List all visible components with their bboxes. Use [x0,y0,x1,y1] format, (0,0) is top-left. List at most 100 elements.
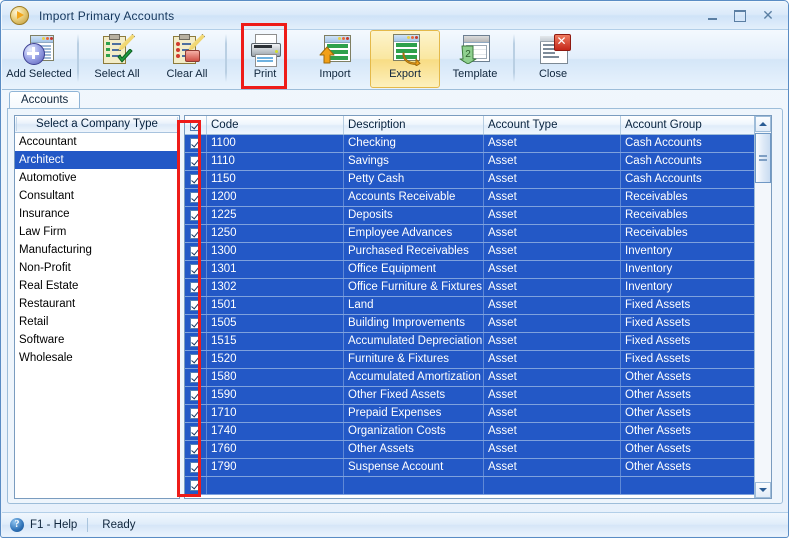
maximize-button[interactable] [727,7,753,25]
table-row[interactable]: 1100 Checking Asset Cash Accounts [185,135,771,153]
table-row[interactable]: 1590 Other Fixed Assets Asset Other Assets [185,387,771,405]
cell-account-group: Other Assets [621,387,758,404]
company-type-item[interactable]: Software [15,331,179,349]
table-row[interactable]: 1250 Employee Advances Asset Receivables [185,225,771,243]
cell-code: 1100 [207,135,344,152]
template-icon: 2 [458,33,492,67]
cell-account-group: Inventory [621,261,758,278]
company-type-item[interactable]: Retail [15,313,179,331]
cell-description: Savings [344,153,484,170]
table-row[interactable]: 1501 Land Asset Fixed Assets [185,297,771,315]
row-checkbox[interactable] [185,369,207,386]
company-type-item[interactable]: Real Estate [15,277,179,295]
cell-account-group: Fixed Assets [621,333,758,350]
row-checkbox[interactable] [185,207,207,224]
company-type-item[interactable]: Consultant [15,187,179,205]
company-type-item[interactable]: Manufacturing [15,241,179,259]
template-button[interactable]: 2 Template [440,30,510,88]
row-checkbox[interactable] [185,153,207,170]
company-type-item[interactable]: Restaurant [15,295,179,313]
cell-account-group: Fixed Assets [621,351,758,368]
company-type-item[interactable]: Accountant [15,133,179,151]
row-checkbox[interactable] [185,441,207,458]
cell-code: 1580 [207,369,344,386]
clear-all-button[interactable]: Clear All [152,30,222,88]
row-checkbox[interactable] [185,351,207,368]
row-checkbox[interactable] [185,477,207,494]
grid-header-account-type[interactable]: Account Type [484,116,621,134]
company-type-list[interactable]: Select a Company Type Accountant Architec… [14,115,180,499]
table-row[interactable]: 1740 Organization Costs Asset Other Assets [185,423,771,441]
table-row[interactable]: 1225 Deposits Asset Receivables [185,207,771,225]
row-checkbox[interactable] [185,333,207,350]
grid-header-code[interactable]: Code [207,116,344,134]
row-checkbox[interactable] [185,189,207,206]
company-type-item[interactable]: Wholesale [15,349,179,367]
table-row[interactable]: 1520 Furniture & Fixtures Asset Fixed Asset… [185,351,771,369]
company-type-item[interactable]: Law Firm [15,223,179,241]
row-checkbox[interactable] [185,225,207,242]
table-row[interactable]: 1200 Accounts Receivable Asset Receivables [185,189,771,207]
cell-description: Prepaid Expenses [344,405,484,422]
checkbox-checked-icon [190,444,201,455]
company-type-item[interactable]: Non-Profit [15,259,179,277]
scrollbar-thumb[interactable] [755,133,771,183]
row-checkbox[interactable] [185,459,207,476]
grid-header-account-group[interactable]: Account Group [621,116,758,134]
grid-vertical-scrollbar[interactable] [754,116,771,498]
table-row[interactable]: 1505 Building Improvements Asset Fixed Asse… [185,315,771,333]
table-row[interactable] [185,477,771,495]
table-row[interactable]: 1301 Office Equipment Asset Inventory [185,261,771,279]
row-checkbox[interactable] [185,135,207,152]
scroll-up-button[interactable] [755,116,771,132]
add-selected-label: Add Selected [6,68,72,80]
row-checkbox[interactable] [185,387,207,404]
table-row[interactable]: 1302 Office Furniture & Fixtures Asset Inve… [185,279,771,297]
row-checkbox[interactable] [185,261,207,278]
window-controls: ✕ [699,7,788,25]
grid-header-select-all-checkbox[interactable] [185,116,207,134]
help-icon[interactable]: ? [10,517,24,532]
export-button[interactable]: Export [370,30,440,88]
scroll-down-button[interactable] [755,482,771,498]
cell-account-group: Receivables [621,225,758,242]
accounts-grid[interactable]: Code Description Account Type Account Gr… [184,115,772,499]
row-checkbox[interactable] [185,423,207,440]
company-type-header: Select a Company Type [15,116,179,133]
table-row[interactable]: 1580 Accumulated Amortization Asset Other A… [185,369,771,387]
table-row[interactable]: 1150 Petty Cash Asset Cash Accounts [185,171,771,189]
company-type-item[interactable]: Insurance [15,205,179,223]
table-row[interactable]: 1760 Other Assets Asset Other Assets [185,441,771,459]
company-type-items: Accountant Architect Automotive Consultant I… [15,133,179,367]
close-label: Close [538,68,568,80]
row-checkbox[interactable] [185,171,207,188]
import-button[interactable]: Import [300,30,370,88]
row-checkbox[interactable] [185,279,207,296]
close-button[interactable]: ✕ [755,7,781,25]
checkbox-checked-icon [190,372,201,383]
row-checkbox[interactable] [185,315,207,332]
close-document-button[interactable]: ✕ Close [518,30,588,88]
minimize-button[interactable] [699,7,725,25]
print-button[interactable]: Print [230,30,300,88]
tab-accounts[interactable]: Accounts [9,91,81,109]
row-checkbox[interactable] [185,243,207,260]
table-row[interactable]: 1515 Accumulated Depreciation Asset Fixed A… [185,333,771,351]
row-checkbox[interactable] [185,405,207,422]
table-row[interactable]: 1710 Prepaid Expenses Asset Other Assets [185,405,771,423]
cell-description: Accumulated Amortization [344,369,484,386]
cell-code: 1710 [207,405,344,422]
select-all-button[interactable]: Select All [82,30,152,88]
company-type-item[interactable]: Architect [15,151,179,169]
table-row[interactable]: 1110 Savings Asset Cash Accounts [185,153,771,171]
cell-description: Building Improvements [344,315,484,332]
add-selected-button[interactable]: Add Selected [4,30,74,88]
grid-header-description[interactable]: Description [344,116,484,134]
company-type-item[interactable]: Automotive [15,169,179,187]
cell-account-group: Other Assets [621,441,758,458]
table-row[interactable]: 1790 Suspense Account Asset Other Assets [185,459,771,477]
select-all-label: Select All [94,68,140,80]
checkbox-checked-icon [190,246,201,257]
row-checkbox[interactable] [185,297,207,314]
table-row[interactable]: 1300 Purchased Receivables Asset Inventory [185,243,771,261]
